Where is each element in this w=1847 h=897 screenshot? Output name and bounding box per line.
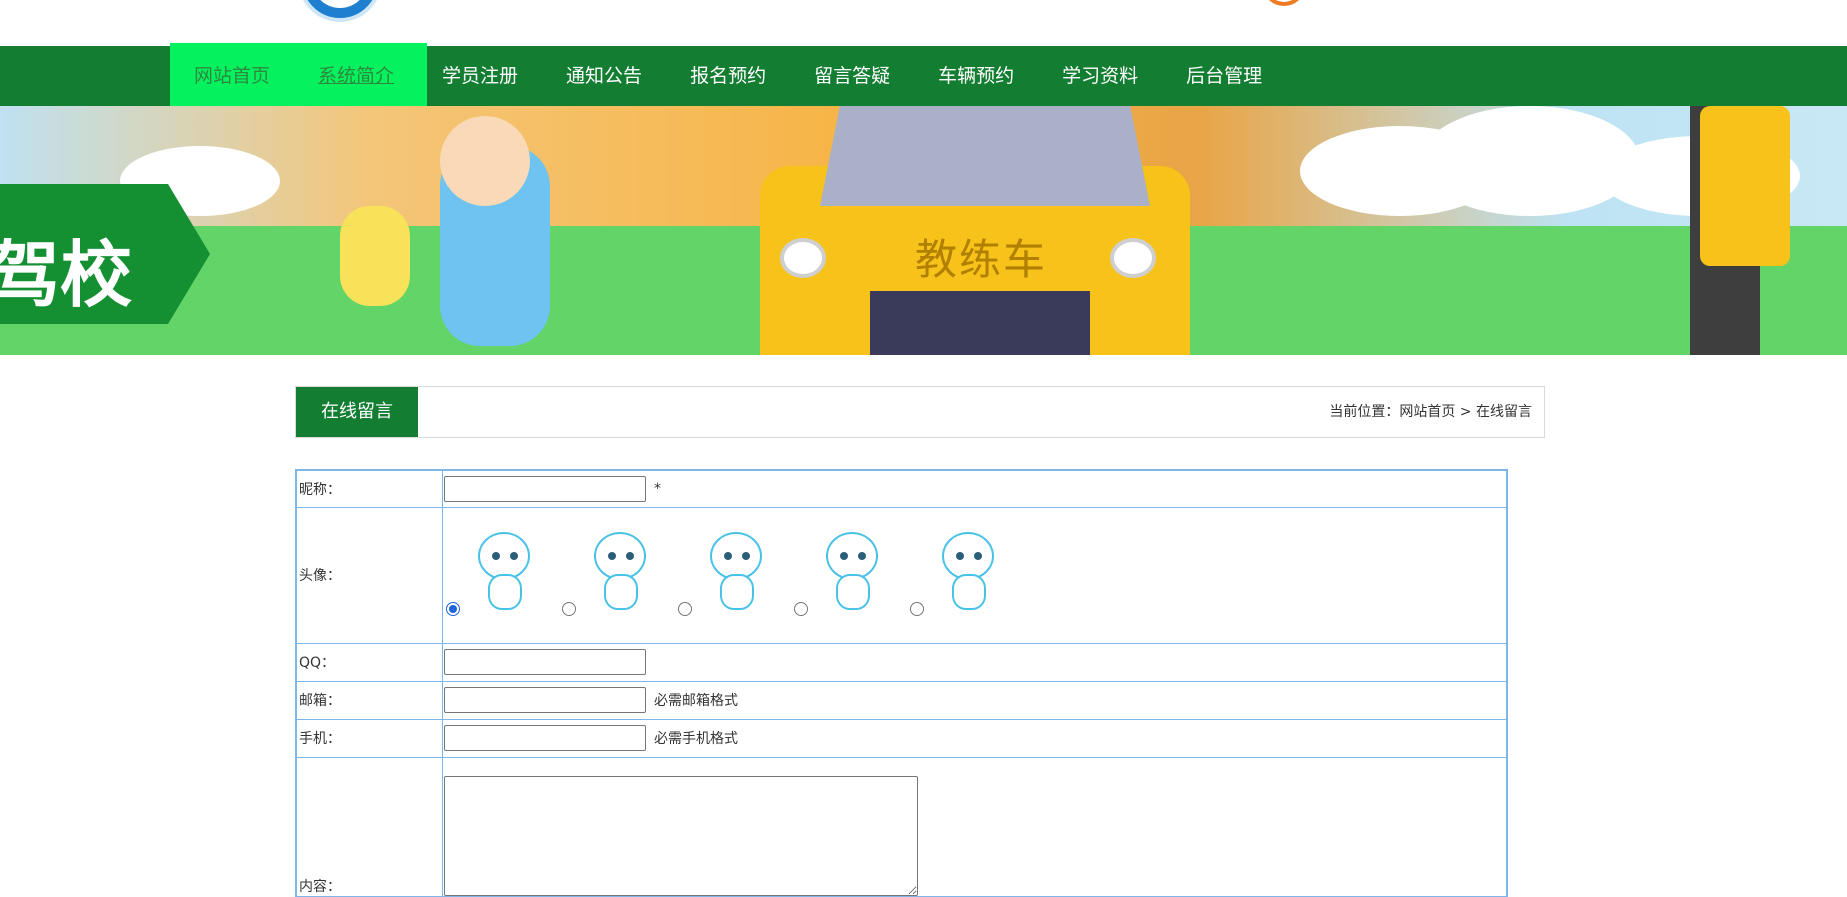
- avatar-radio[interactable]: [561, 602, 576, 616]
- nav-item-enroll[interactable]: 报名预约: [666, 46, 790, 106]
- avatar-option[interactable]: [792, 528, 892, 618]
- qq-label: QQ：: [295, 642, 443, 682]
- avatar-option[interactable]: [560, 528, 660, 618]
- avatar-options: [444, 508, 1507, 642]
- phone-icon: [1264, 0, 1304, 6]
- main-nav: 网站首页 系统简介 学员注册 通知公告 报名预约 留言答疑 车辆预约 学习资料 …: [0, 43, 1847, 109]
- nav-item-materials[interactable]: 学习资料: [1038, 46, 1162, 106]
- message-form: 昵称： * 头像： QQ： 邮箱： 必需邮箱格式 手机： 必需手机格式 内容：: [295, 469, 1508, 897]
- qq-input[interactable]: [443, 649, 646, 675]
- car-plate-text: 教练车: [915, 235, 1048, 284]
- school-logo: [298, 0, 382, 22]
- avatar-option[interactable]: [444, 528, 544, 618]
- bear-avatar-icon: [580, 528, 660, 618]
- phone-input[interactable]: [443, 725, 646, 751]
- email-format-hint: 必需邮箱格式: [653, 693, 738, 709]
- nav-item-about[interactable]: 系统简介: [294, 46, 418, 106]
- content-label: 内容：: [295, 756, 443, 897]
- avatar-option[interactable]: [676, 528, 776, 618]
- nickname-label: 昵称：: [295, 469, 443, 508]
- nav-item-messages[interactable]: 留言答疑: [790, 46, 914, 106]
- content-textarea[interactable]: [443, 776, 918, 896]
- avatar-radio[interactable]: [793, 602, 808, 616]
- section-title: 在线留言: [296, 387, 418, 437]
- avatar-label: 头像：: [295, 506, 443, 644]
- avatar-radio[interactable]: [445, 602, 460, 616]
- bear-avatar-icon: [464, 528, 544, 618]
- nav-item-home[interactable]: 网站首页: [170, 46, 294, 106]
- kid-illustration: [340, 206, 410, 306]
- avatar-radio[interactable]: [677, 602, 692, 616]
- breadcrumb: 当前位置：网站首页 > 在线留言: [1329, 404, 1532, 420]
- nickname-input[interactable]: [443, 475, 646, 502]
- banner-sign-text: 驾校: [0, 233, 133, 317]
- bear-avatar-icon: [928, 528, 1008, 618]
- email-input[interactable]: [443, 687, 646, 713]
- nav-item-notices[interactable]: 通知公告: [542, 46, 666, 106]
- section-header: 在线留言 当前位置：网站首页 > 在线留言: [295, 386, 1545, 438]
- avatar-radio[interactable]: [909, 602, 924, 616]
- top-header: [0, 0, 1847, 46]
- nav-item-register[interactable]: 学员注册: [418, 46, 542, 106]
- phone-format-hint: 必需手机格式: [653, 731, 738, 747]
- nav-item-vehicle-booking[interactable]: 车辆预约: [914, 46, 1038, 106]
- avatar-option[interactable]: [908, 528, 1008, 618]
- email-label: 邮箱：: [295, 680, 443, 720]
- nav-item-admin[interactable]: 后台管理: [1162, 46, 1286, 106]
- bear-avatar-icon: [812, 528, 892, 618]
- phone-label: 手机：: [295, 718, 443, 758]
- hero-banner: 驾校 教练车: [0, 106, 1847, 355]
- required-mark: *: [653, 480, 661, 497]
- bear-avatar-icon: [696, 528, 776, 618]
